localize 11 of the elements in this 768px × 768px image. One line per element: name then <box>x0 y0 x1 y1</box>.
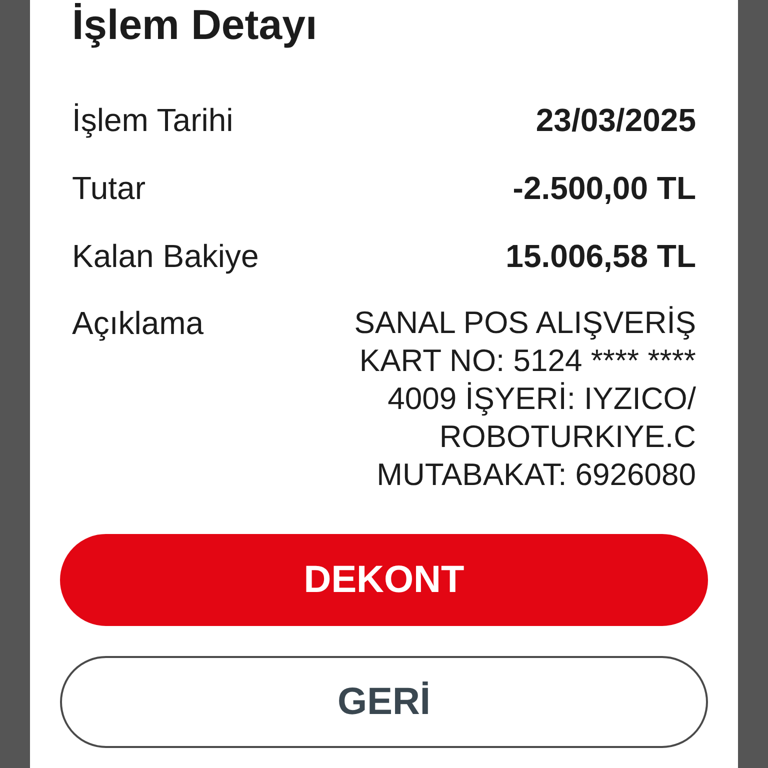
description-text: SANAL POS ALIŞVERİŞ KART NO: 5124 **** **** 4009 İŞYERİ: IYZICO/ ROBOTURKIYE.C MUTABAKAT: 6926080 <box>354 304 696 494</box>
field-value: 15.006,58 TL <box>506 237 696 276</box>
receipt-button[interactable]: DEKONT <box>60 534 708 626</box>
field-label: İşlem Tarihi <box>72 101 234 140</box>
field-label: Tutar <box>72 169 146 208</box>
back-button[interactable]: GERİ <box>60 656 708 748</box>
field-label: Kalan Bakiye <box>72 237 259 276</box>
field-value: 23/03/2025 <box>536 101 696 140</box>
field-value: -2.500,00 TL <box>512 169 696 208</box>
dialog-title: İşlem Detayı <box>72 0 318 50</box>
field-label: Açıklama <box>72 304 204 343</box>
